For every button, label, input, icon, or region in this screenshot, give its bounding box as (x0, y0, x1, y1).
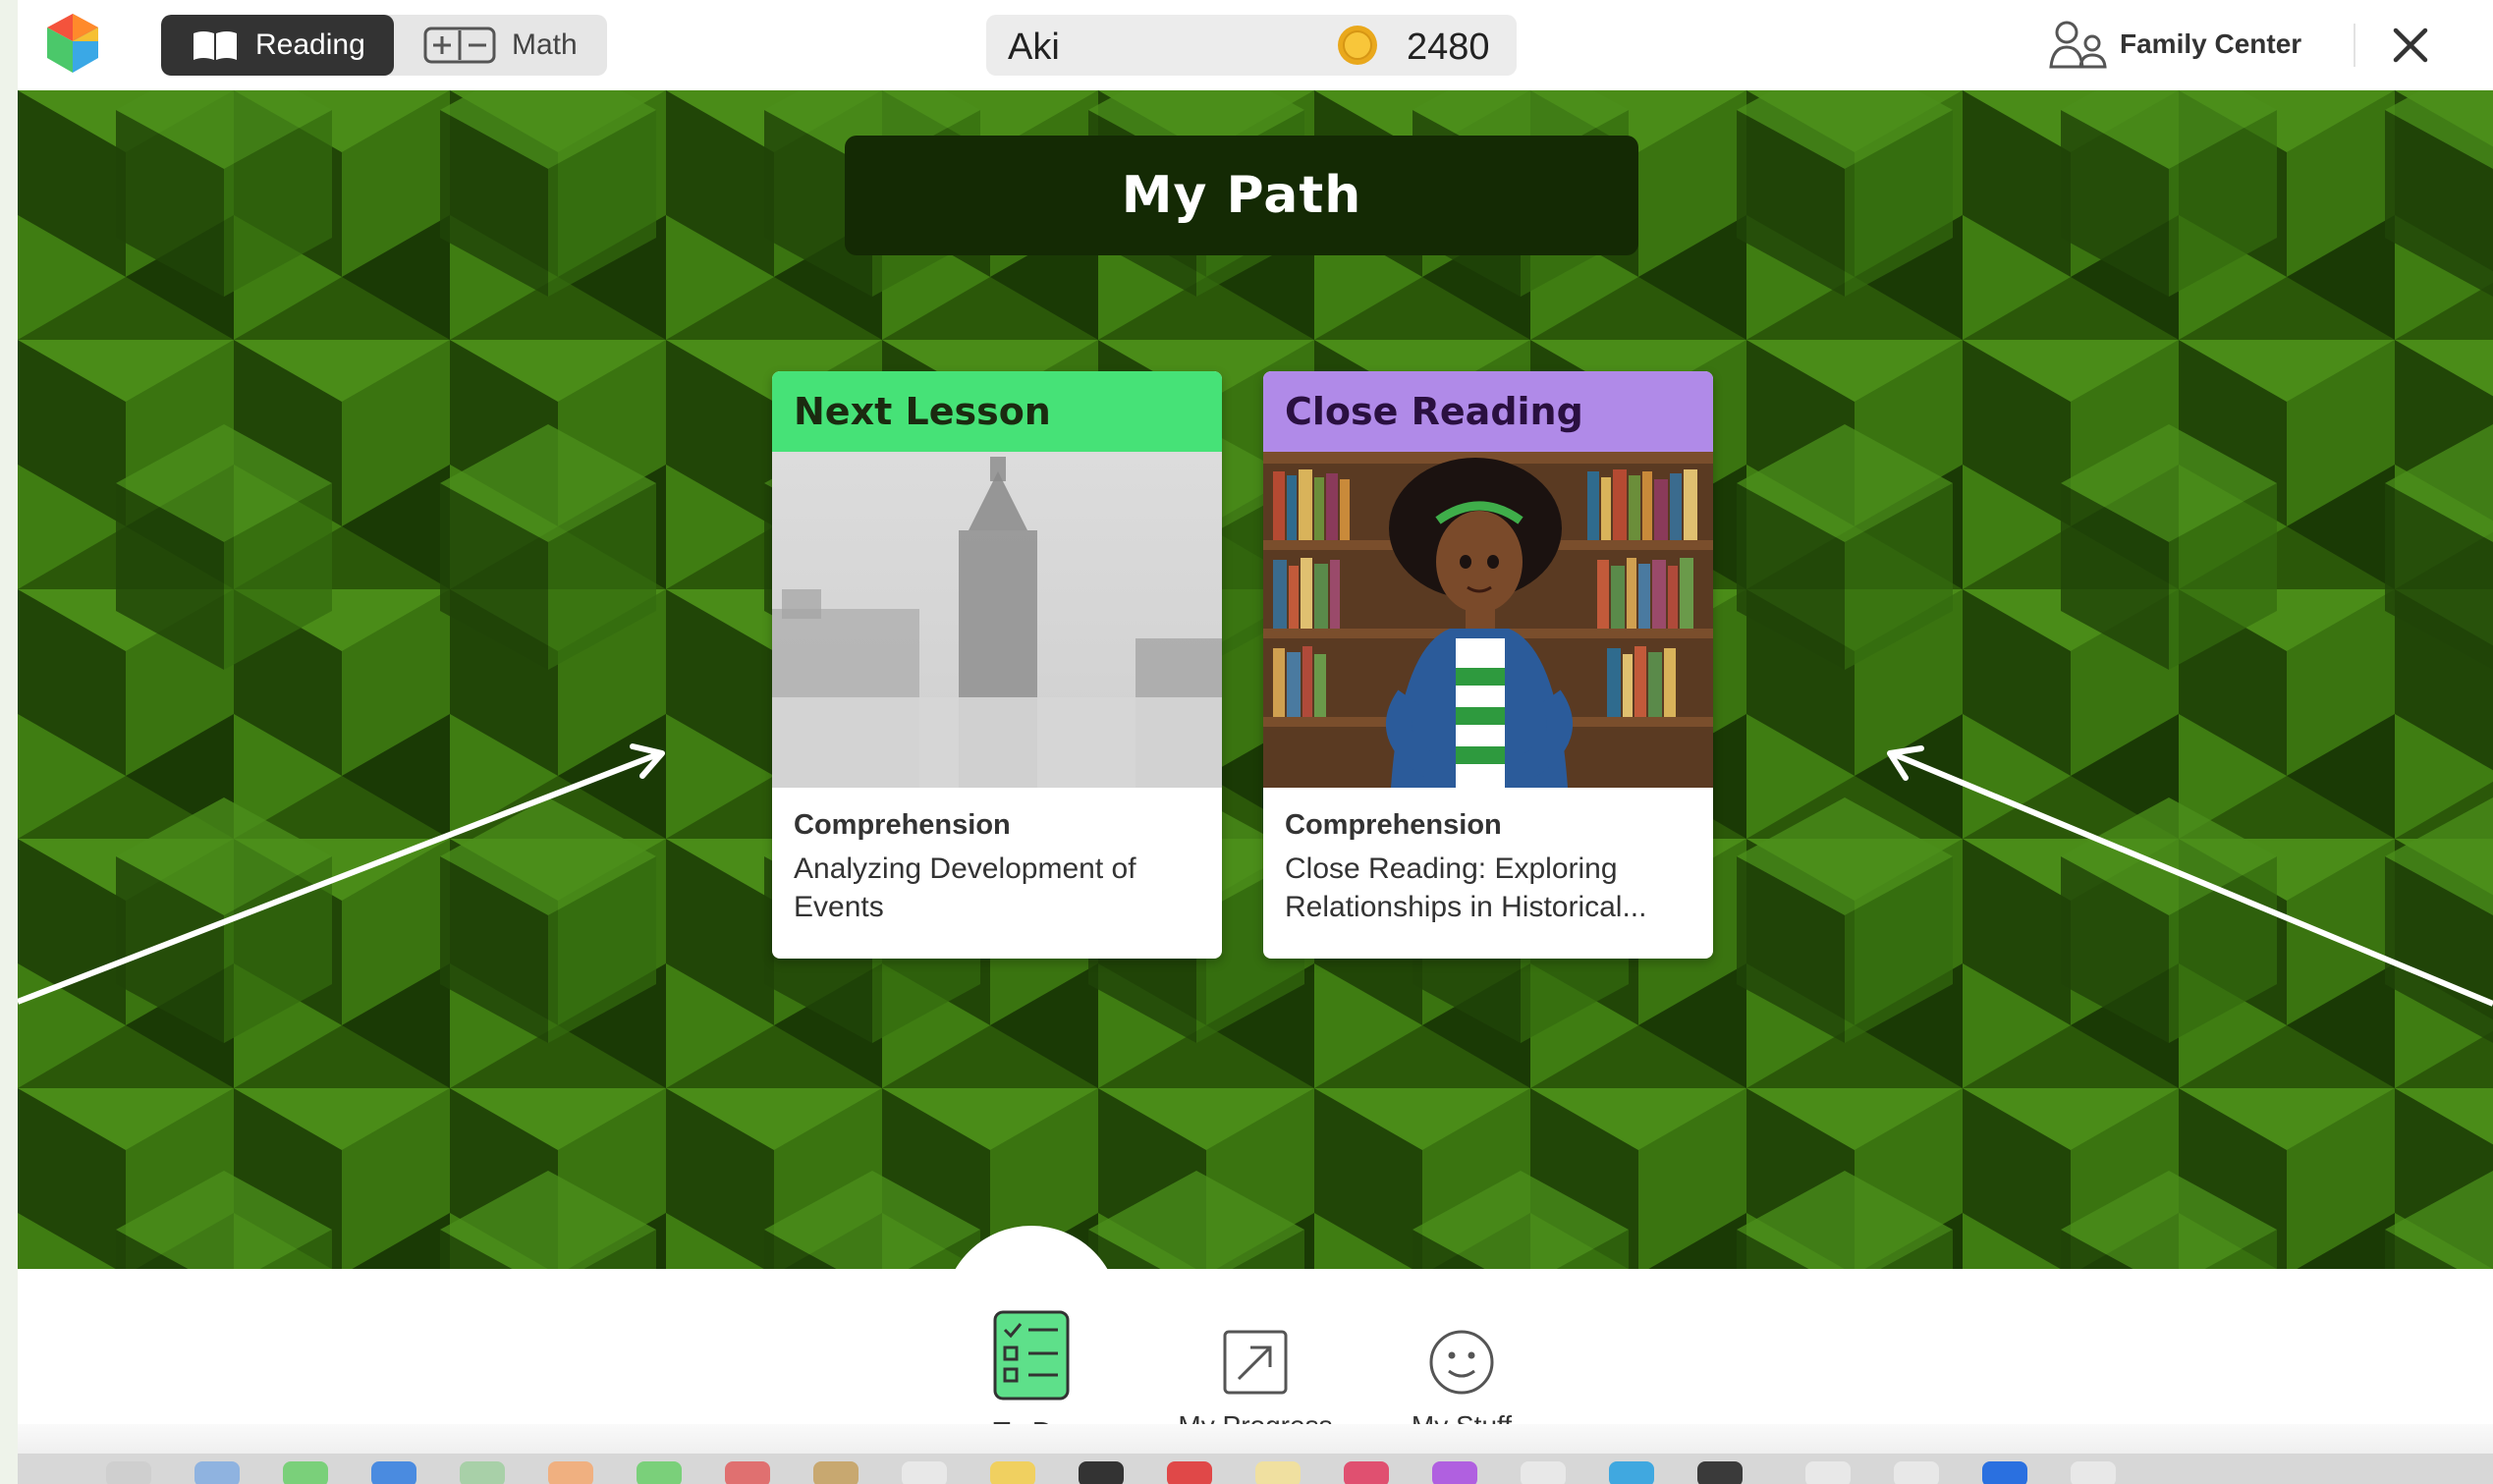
next-lesson-card[interactable]: Next Lesson Comprehension Analyzing Deve… (772, 371, 1222, 959)
path-area: My Path Next Lesson Comprehension Analyz… (18, 90, 2493, 1269)
player-badge: Aki 2480 (986, 15, 1517, 76)
dock-app-icon[interactable] (2071, 1461, 2116, 1484)
app-window: Reading Math Aki 2480 Family Center My P… (18, 0, 2493, 1484)
my-path-header: My Path (845, 136, 1638, 255)
close-reading-card[interactable]: Close Reading Comprehension Close Readin… (1263, 371, 1713, 959)
coin-count: 2480 (1407, 27, 1490, 68)
nav-my-stuff[interactable]: My Stuff (1373, 1308, 1550, 1442)
dock-app-icon[interactable] (1609, 1461, 1654, 1484)
dock-app-icon[interactable] (637, 1461, 682, 1484)
card-description: Analyzing Development of Events (794, 852, 1136, 923)
dock-app-icon[interactable] (194, 1461, 240, 1484)
dock-app-icon[interactable] (1982, 1461, 2027, 1484)
card-header: Next Lesson (772, 371, 1222, 452)
lesson-image-foggy-city (772, 452, 1222, 788)
nav-my-progress[interactable]: My Progress (1157, 1308, 1354, 1442)
dock-app-icon[interactable] (106, 1461, 151, 1484)
os-dock-strip (18, 1454, 2493, 1484)
card-body: Comprehension Analyzing Development of E… (772, 788, 1222, 926)
dock-app-icon[interactable] (1344, 1461, 1389, 1484)
progress-arrow-icon (1223, 1330, 1288, 1395)
card-category: Comprehension (1285, 809, 1502, 841)
dock-app-icon[interactable] (725, 1461, 770, 1484)
top-bar: Reading Math Aki 2480 Family Center (18, 0, 2493, 90)
checklist-icon (993, 1310, 1070, 1401)
family-center-button[interactable]: Family Center (2049, 14, 2301, 75)
dock-app-icon[interactable] (902, 1461, 947, 1484)
card-header-label: Next Lesson (794, 390, 1051, 433)
dock-app-icon[interactable] (1079, 1461, 1124, 1484)
dock-app-icon[interactable] (1255, 1461, 1301, 1484)
card-header: Close Reading (1263, 371, 1713, 452)
tab-reading[interactable]: Reading (161, 15, 394, 76)
plus-minus-icon (423, 27, 496, 64)
player-name: Aki (1008, 27, 1060, 68)
dock-app-icon[interactable] (990, 1461, 1035, 1484)
dock-app-icon[interactable] (1894, 1461, 1939, 1484)
subject-toggle: Reading Math (161, 15, 607, 76)
dock-app-icon[interactable] (1167, 1461, 1212, 1484)
card-description: Close Reading: Exploring Relationships i… (1285, 852, 1647, 923)
app-logo-icon[interactable] (43, 12, 102, 75)
family-icon (2049, 21, 2107, 69)
family-center-label: Family Center (2120, 28, 2302, 59)
smiley-icon (1429, 1330, 1494, 1395)
coin-icon (1338, 26, 1377, 65)
dock-app-icon[interactable] (1432, 1461, 1477, 1484)
dock-app-icon[interactable] (548, 1461, 593, 1484)
dock-app-icon[interactable] (813, 1461, 859, 1484)
close-icon[interactable] (2387, 22, 2434, 69)
dock-app-icon[interactable] (460, 1461, 505, 1484)
tab-math-label: Math (512, 28, 578, 61)
card-header-label: Close Reading (1285, 390, 1583, 433)
tab-math[interactable]: Math (394, 15, 607, 76)
divider (2354, 24, 2355, 67)
tab-reading-label: Reading (255, 28, 365, 61)
dock-app-icon[interactable] (1697, 1461, 1743, 1484)
card-body: Comprehension Close Reading: Exploring R… (1263, 788, 1713, 926)
book-icon (194, 31, 237, 60)
page-title: My Path (1121, 166, 1362, 225)
cube-pattern-background (18, 90, 2493, 1269)
dock-app-icon[interactable] (283, 1461, 328, 1484)
card-category: Comprehension (794, 809, 1011, 841)
lesson-image-girl-library (1263, 452, 1713, 788)
dock-app-icon[interactable] (371, 1461, 416, 1484)
dock-app-icon[interactable] (1805, 1461, 1851, 1484)
dock-app-icon[interactable] (1521, 1461, 1566, 1484)
bottom-nav: To Do My Progress My Stuff (18, 1226, 2493, 1484)
